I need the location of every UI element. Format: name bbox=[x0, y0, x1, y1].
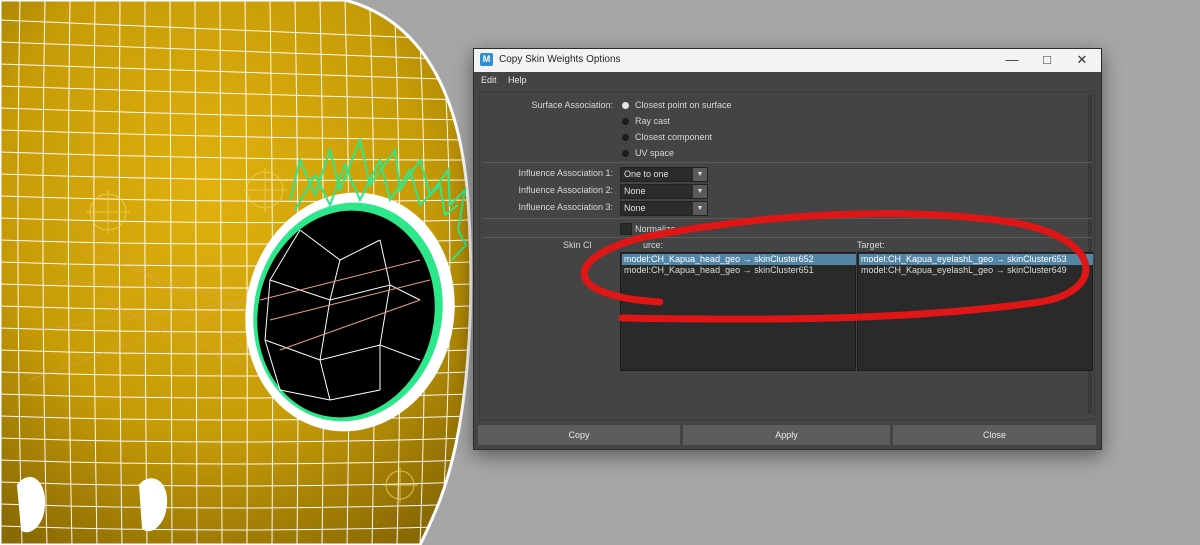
red-annotation-circle bbox=[580, 210, 1090, 323]
